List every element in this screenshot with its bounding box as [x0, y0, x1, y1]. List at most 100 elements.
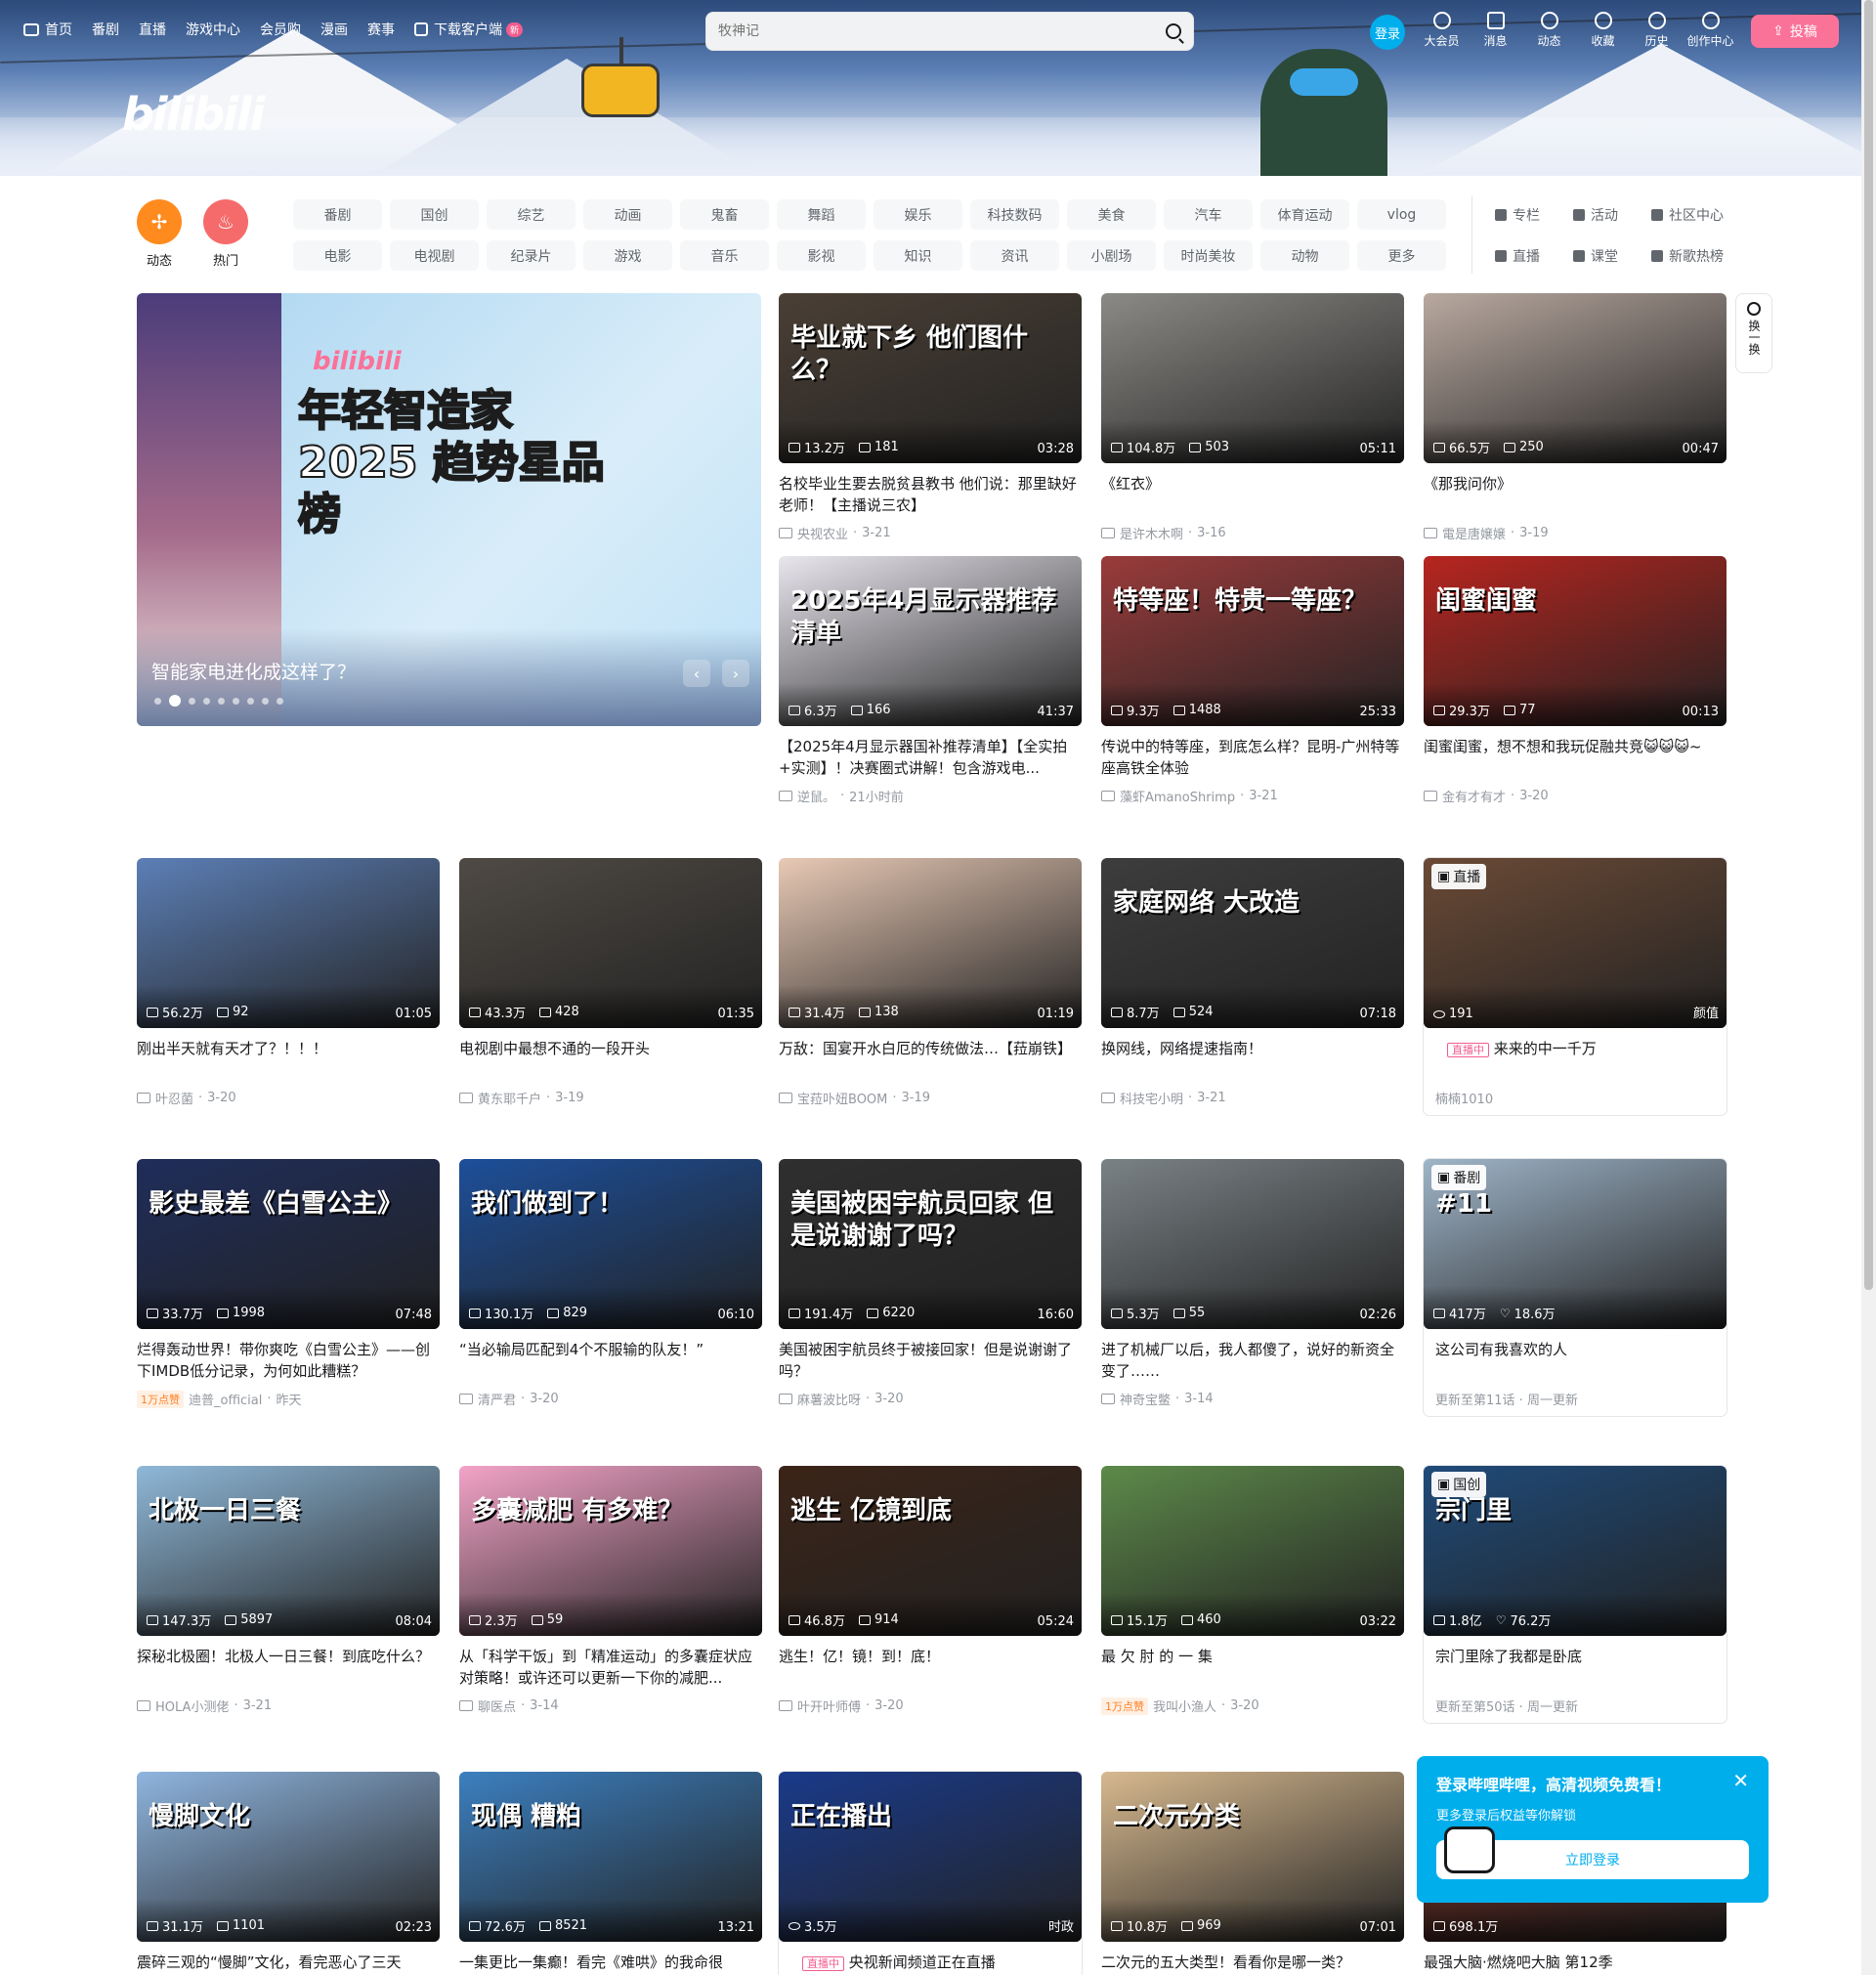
video-card[interactable]: 2025年4月显示器推荐清单 6.3万 166 41:37 【2025年4月显示器国补推… [779, 556, 1082, 805]
carousel-dot[interactable] [262, 697, 269, 705]
nav-game-center[interactable]: 游戏中心 [186, 20, 240, 39]
channel-0[interactable]: 番剧 [293, 199, 382, 230]
nav-live[interactable]: 直播 [139, 20, 166, 39]
video-card[interactable]: 56.2万 92 01:05 刚出半天就有天才了？！！！ 叶忍菌 · 3-20 [137, 858, 440, 1107]
video-thumbnail[interactable]: 宗门里 ▣ 国创 1.8亿 ♡ 76.2万 [1424, 1466, 1727, 1636]
carousel-dot[interactable] [218, 697, 225, 705]
video-thumbnail[interactable]: 104.8万 503 05:11 [1101, 293, 1404, 463]
video-thumbnail[interactable]: 二次元分类 10.8万 969 07:01 [1101, 1772, 1404, 1942]
channel-10[interactable]: 体育运动 [1260, 199, 1349, 230]
uploader-name[interactable]: 藻虾AmanoShrimp [1120, 787, 1235, 805]
carousel-dot[interactable] [154, 697, 161, 705]
channel-8[interactable]: 美食 [1067, 199, 1156, 230]
uploader-name[interactable]: 更新至第50话 · 周一更新 [1435, 1696, 1578, 1715]
carousel-dot[interactable] [189, 697, 195, 705]
video-card[interactable]: 66.5万 250 00:47 《那我问你》 電是唐嬢嬢 · 3-19 [1424, 293, 1727, 542]
uploader-name[interactable]: 科技宅小明 [1120, 1089, 1183, 1107]
video-title[interactable]: 最强大脑·燃烧吧大脑 第12季 [1424, 1952, 1727, 1975]
video-thumbnail[interactable]: 正在播出 3.5万 时政 [779, 1772, 1082, 1942]
channel-6[interactable]: 娱乐 [874, 199, 962, 230]
channel-9[interactable]: 汽车 [1164, 199, 1253, 230]
video-title[interactable]: 震碎三观的“慢脚”文化，看完恶心了三天 [137, 1952, 440, 1975]
channel-4[interactable]: 鬼畜 [680, 199, 769, 230]
carousel-dot[interactable] [277, 697, 283, 705]
video-title[interactable]: 逃生！亿！镜！到！底！ [779, 1646, 1082, 1689]
video-thumbnail[interactable]: 特等座！特贵一等座？ 9.3万 1488 25:33 [1101, 556, 1404, 726]
video-title[interactable]: 闺蜜闺蜜，想不想和我玩促融共竞😺😺😺~ [1424, 736, 1727, 779]
channel-14[interactable]: 纪录片 [487, 240, 576, 271]
channel-link-1[interactable]: 活动 [1573, 199, 1651, 230]
video-card[interactable]: 宗门里 ▣ 国创 1.8亿 ♡ 76.2万 宗门里除了我都是卧底 更新至第50话 · 周一更新 [1424, 1466, 1727, 1723]
uploader-name[interactable]: 聊医点 [478, 1696, 516, 1715]
video-card[interactable]: 闺蜜闺蜜 29.3万 77 00:13 闺蜜闺蜜，想不想和我玩促融共竞😺😺😺~ 金有才有才… [1424, 556, 1727, 805]
bilibili-logo[interactable]: bilibili [122, 88, 265, 141]
video-thumbnail[interactable]: 毕业就下乡 他们图什么？ 13.2万 181 03:28 [779, 293, 1082, 463]
video-title[interactable]: 探秘北极圈！北极人一日三餐！到底吃什么？ [137, 1646, 440, 1689]
channel-18[interactable]: 知识 [874, 240, 962, 271]
scrollbar-thumb[interactable] [1864, 0, 1873, 1290]
video-thumbnail[interactable]: 现偶 糟粕 72.6万 8521 13:21 [459, 1772, 762, 1942]
video-thumbnail[interactable]: 43.3万 428 01:35 [459, 858, 762, 1028]
video-thumbnail[interactable]: 美国被困宇航员回家 但是说谢谢了吗？ 191.4万 6220 16:60 [779, 1159, 1082, 1329]
video-title[interactable]: 一集更比一集癫！看完《难哄》的我命很 [459, 1952, 762, 1975]
video-title[interactable]: 最 欠 肘 的 一 集 [1101, 1646, 1404, 1689]
video-thumbnail[interactable]: 56.2万 92 01:05 [137, 858, 440, 1028]
channel-20[interactable]: 小剧场 [1067, 240, 1156, 271]
favorites-button[interactable]: 收藏 [1576, 12, 1630, 49]
video-title[interactable]: 美国被困宇航员终于被接回家！但是说谢谢了吗？ [779, 1339, 1082, 1382]
video-card[interactable]: 影史最差《白雪公主》 33.7万 1998 07:48 烂得轰动世界！带你爽吃《白雪公主… [137, 1159, 440, 1408]
search-icon[interactable] [1166, 23, 1181, 39]
channel-22[interactable]: 动物 [1260, 240, 1349, 271]
refresh-button[interactable]: 换一换 [1735, 293, 1772, 373]
uploader-name[interactable]: 金有才有才 [1442, 787, 1506, 805]
video-card[interactable]: 北极一日三餐 147.3万 5897 08:04 探秘北极圈！北极人一日三餐！到底吃什么… [137, 1466, 440, 1715]
video-title[interactable]: 直播中 央视新闻频道正在直播 [779, 1952, 1082, 1975]
carousel-next-button[interactable]: › [722, 660, 749, 687]
nav-anime[interactable]: 番剧 [92, 20, 119, 39]
carousel-dot[interactable] [247, 697, 254, 705]
video-title[interactable]: 从「科学干饭」到「精准运动」的多囊症状应对策略！或许还可以更新一下你的减肥... [459, 1646, 762, 1689]
video-thumbnail[interactable]: 31.4万 138 01:19 [779, 858, 1082, 1028]
channel-link-4[interactable]: 课堂 [1573, 240, 1651, 271]
uploader-name[interactable]: 迪普_official [189, 1390, 262, 1408]
carousel-dot[interactable] [203, 697, 210, 705]
channel-16[interactable]: 音乐 [680, 240, 769, 271]
carousel[interactable]: bilibili 年轻智造家 2025 趋势星品榜 智能家电进化成这样了？ ‹ … [137, 293, 761, 726]
channel-1[interactable]: 国创 [390, 199, 479, 230]
video-title[interactable]: 传说中的特等座，到底怎么样？昆明-广州特等座高铁全体验 [1101, 736, 1404, 779]
nav-download-client[interactable]: 下载客户端新 [414, 20, 524, 39]
channel-12[interactable]: 电影 [293, 240, 382, 271]
video-title[interactable]: “当必输局匹配到4个不服输的队友！” [459, 1339, 762, 1382]
channel-2[interactable]: 综艺 [487, 199, 576, 230]
uploader-name[interactable]: HOLA小测佬 [155, 1696, 229, 1715]
messages-button[interactable]: 消息 [1469, 12, 1522, 49]
video-thumbnail[interactable]: 逃生 亿镜到底 46.8万 914 05:24 [779, 1466, 1082, 1636]
dynamics-button[interactable]: 动态 [1522, 12, 1576, 49]
uploader-name[interactable]: 央视农业 [797, 524, 848, 542]
video-card[interactable]: 31.4万 138 01:19 万敌：国宴开水白厄的传统做法…【菈崩铁】 宝菈卟妞BOO… [779, 858, 1082, 1107]
video-thumbnail[interactable]: 北极一日三餐 147.3万 5897 08:04 [137, 1466, 440, 1636]
channel-21[interactable]: 时尚美妆 [1164, 240, 1253, 271]
channel-link-5[interactable]: 新歌热榜 [1651, 240, 1759, 271]
uploader-name[interactable]: 我叫小渔人 [1153, 1696, 1216, 1715]
channel-5[interactable]: 舞蹈 [777, 199, 866, 230]
video-title[interactable]: 二次元的五大类型！看看你是哪一类？ [1101, 1952, 1404, 1975]
nav-esports[interactable]: 赛事 [367, 20, 395, 39]
video-card[interactable]: 43.3万 428 01:35 电视剧中最想不通的一段开头 黄东耶千户 · 3-19 [459, 858, 762, 1107]
channel-17[interactable]: 影视 [777, 240, 866, 271]
channel-19[interactable]: 资讯 [970, 240, 1059, 271]
video-title[interactable]: 《红衣》 [1101, 473, 1404, 516]
uploader-name[interactable]: 叶忍菌 [155, 1089, 193, 1107]
hot-entry[interactable]: ♨ 热门 [203, 199, 248, 269]
video-title[interactable]: 这公司有我喜欢的人 [1424, 1339, 1727, 1382]
uploader-name[interactable]: 電是唐嬢嬢 [1442, 524, 1506, 542]
video-thumbnail[interactable]: 5.3万 55 02:26 [1101, 1159, 1404, 1329]
video-title[interactable]: 进了机械厂以后，我人都傻了，说好的新资全变了…… [1101, 1339, 1404, 1382]
video-card[interactable]: 美国被困宇航员回家 但是说谢谢了吗？ 191.4万 6220 16:60 美国被困宇航员… [779, 1159, 1082, 1408]
video-thumbnail[interactable]: 慢脚文化 31.1万 1101 02:23 [137, 1772, 440, 1942]
channel-link-3[interactable]: 直播 [1495, 240, 1573, 271]
video-card[interactable]: #11 ▣ 番剧 417万 ♡ 18.6万 这公司有我喜欢的人 更新至第11话 · 周一更新 [1424, 1159, 1727, 1416]
video-title[interactable]: 换网线，网络提速指南！ [1101, 1038, 1404, 1081]
video-card[interactable]: 多囊减肥 有多难？ 2.3万 59 从「科学干饭」到「精准运动」的多囊症状应对策略！或… [459, 1466, 762, 1715]
video-card[interactable]: ▣ 直播 191 颜值 直播中 来来的中一千万 楠楠1010 [1424, 858, 1727, 1115]
